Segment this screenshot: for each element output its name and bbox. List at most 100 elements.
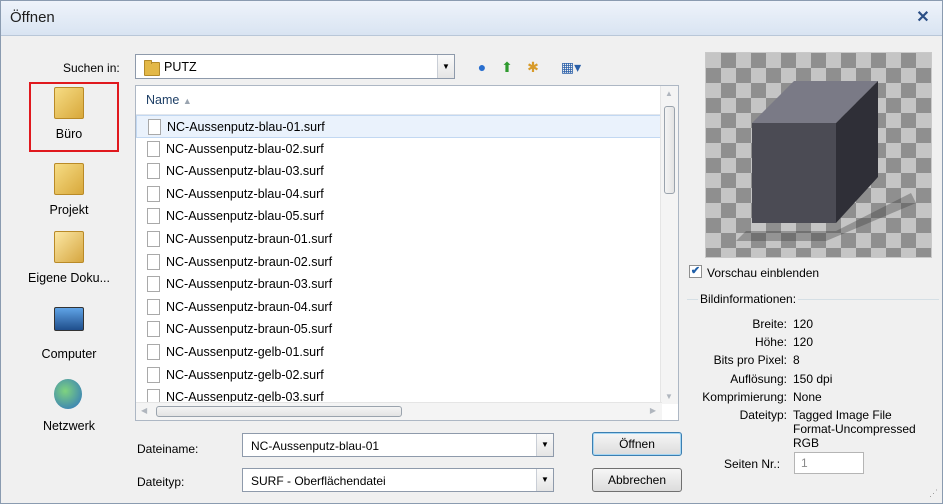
list-item[interactable]: NC-Aussenputz-blau-01.surf — [136, 115, 662, 138]
file-name: NC-Aussenputz-gelb-02.surf — [166, 367, 324, 382]
column-header-name[interactable]: Name ▲ — [136, 86, 662, 115]
file-name: NC-Aussenputz-braun-03.surf — [166, 277, 333, 292]
documents-icon — [54, 231, 84, 263]
file-rows: NC-Aussenputz-blau-01.surf NC-Aussenputz-… — [136, 115, 662, 409]
computer-icon — [54, 307, 84, 331]
resize-grip-icon[interactable]: ⋰ — [929, 488, 938, 499]
view-menu-icon[interactable]: ▦▾ — [557, 58, 585, 76]
file-name: NC-Aussenputz-braun-01.surf — [166, 231, 333, 246]
info-resolution-key: Auflösung: — [730, 372, 787, 386]
new-folder-icon[interactable]: ✱ — [524, 58, 542, 76]
info-compression-key: Komprimierung: — [702, 390, 787, 404]
file-icon — [147, 366, 160, 383]
list-item[interactable]: NC-Aussenputz-braun-03.surf — [136, 273, 662, 296]
place-label: Netzwerk — [42, 419, 96, 433]
list-item[interactable]: NC-Aussenputz-braun-02.surf — [136, 251, 662, 274]
back-icon[interactable]: ● — [473, 58, 491, 76]
filetype-select[interactable]: SURF - Oberflächendatei ▼ — [242, 468, 554, 492]
cube-preview — [736, 81, 916, 241]
preview-checkbox-label: Vorschau einblenden — [707, 266, 820, 280]
filename-input[interactable]: NC-Aussenputz-blau-01 ▼ — [242, 433, 554, 457]
folder-icon — [144, 60, 160, 76]
list-item[interactable]: NC-Aussenputz-braun-01.surf — [136, 228, 662, 251]
open-button[interactable]: Öffnen — [592, 432, 682, 456]
scroll-up-icon: ▲ — [665, 89, 673, 98]
info-height-key: Höhe: — [754, 335, 787, 349]
file-icon — [147, 230, 160, 247]
file-list[interactable]: Name ▲ NC-Aussenputz-blau-01.surf NC-Auss… — [135, 85, 679, 421]
info-height-value: 120 — [793, 335, 814, 349]
info-filetype-value: Tagged Image File Format-Uncompressed RG… — [793, 408, 916, 450]
preview-checkbox[interactable]: ✔ — [689, 265, 702, 278]
place-eigene-dokumente[interactable]: Eigene Doku... — [9, 227, 129, 293]
lookin-combo[interactable]: PUTZ ▼ — [135, 54, 455, 79]
file-icon — [147, 208, 160, 225]
info-bpp-key: Bits pro Pixel: — [713, 353, 787, 367]
list-item[interactable]: NC-Aussenputz-blau-04.surf — [136, 183, 662, 206]
file-name: NC-Aussenputz-blau-05.surf — [166, 209, 324, 224]
file-icon — [148, 119, 161, 135]
place-label: Projekt — [49, 203, 89, 217]
file-icon — [147, 343, 160, 360]
file-name: NC-Aussenputz-blau-02.surf — [166, 141, 324, 156]
info-resolution-value: 150 dpi — [793, 372, 833, 386]
chevron-down-icon[interactable]: ▼ — [536, 434, 553, 456]
place-label: Computer — [41, 347, 97, 361]
place-computer[interactable]: Computer — [9, 303, 129, 369]
list-item[interactable]: NC-Aussenputz-braun-04.surf — [136, 296, 662, 319]
file-icon — [147, 321, 160, 338]
lookin-value: PUTZ — [164, 60, 197, 74]
list-item[interactable]: NC-Aussenputz-gelb-01.surf — [136, 341, 662, 364]
title-bar: Öffnen ✕ — [1, 1, 942, 36]
scroll-left-icon: ◀ — [141, 406, 148, 415]
page-number-input[interactable]: 1 — [794, 452, 864, 474]
scroll-down-icon: ▼ — [665, 392, 673, 401]
filename-label: Dateiname: — [137, 442, 199, 456]
chevron-down-icon[interactable]: ▼ — [437, 55, 454, 78]
sort-up-icon: ▲ — [182, 96, 192, 106]
file-icon — [147, 253, 160, 270]
column-header-label: Name ▲ — [146, 93, 192, 107]
chevron-down-icon[interactable]: ▼ — [536, 469, 553, 491]
filename-value: NC-Aussenputz-blau-01 — [251, 439, 380, 453]
file-name: NC-Aussenputz-braun-04.surf — [166, 299, 333, 314]
image-info-title: Bildinformationen: — [698, 292, 799, 306]
file-name: NC-Aussenputz-blau-03.surf — [166, 164, 324, 179]
page-number-label: Seiten Nr.: — [724, 457, 781, 471]
info-compression-value: None — [793, 390, 822, 404]
list-item[interactable]: NC-Aussenputz-gelb-02.surf — [136, 364, 662, 387]
horizontal-scrollbar[interactable]: ◀ ▶ — [136, 402, 662, 420]
folder-icon — [54, 163, 84, 195]
scroll-right-icon: ▶ — [649, 406, 656, 415]
filetype-value: SURF - Oberflächendatei — [251, 474, 386, 488]
up-folder-icon[interactable]: ⬆ — [498, 58, 516, 76]
file-name: NC-Aussenputz-braun-02.surf — [166, 254, 333, 269]
file-name: NC-Aussenputz-blau-01.surf — [167, 120, 325, 134]
vertical-scrollbar[interactable]: ▲ ▼ — [660, 86, 678, 404]
info-filetype-key: Dateityp: — [739, 408, 787, 422]
file-name: NC-Aussenputz-braun-05.surf — [166, 322, 333, 337]
file-icon — [147, 276, 160, 293]
close-icon[interactable]: ✕ — [914, 9, 932, 27]
window-title: Öffnen — [10, 9, 55, 26]
info-width-key: Breite: — [752, 317, 787, 331]
list-item[interactable]: NC-Aussenputz-blau-03.surf — [136, 160, 662, 183]
file-icon — [147, 185, 160, 202]
highlight-box — [29, 82, 119, 152]
list-item[interactable]: NC-Aussenputz-braun-05.surf — [136, 318, 662, 341]
list-item[interactable]: NC-Aussenputz-blau-02.surf — [136, 138, 662, 161]
file-icon — [147, 140, 160, 157]
info-width-value: 120 — [793, 317, 814, 331]
list-item[interactable]: NC-Aussenputz-blau-05.surf — [136, 205, 662, 228]
place-projekt[interactable]: Projekt — [9, 159, 129, 225]
preview-image — [705, 52, 932, 258]
vertical-scroll-thumb[interactable] — [664, 106, 675, 194]
place-label: Eigene Doku... — [28, 271, 110, 285]
place-netzwerk[interactable]: Netzwerk — [9, 375, 129, 441]
file-name: NC-Aussenputz-gelb-01.surf — [166, 344, 324, 359]
horizontal-scroll-thumb[interactable] — [156, 406, 402, 417]
cancel-button[interactable]: Abbrechen — [592, 468, 682, 492]
lookin-label: Suchen in: — [63, 61, 120, 75]
file-icon — [147, 163, 160, 180]
open-dialog: Öffnen ✕ Suchen in: PUTZ ▼ ● ⬆ ✱ ▦▾ Büro… — [0, 0, 943, 504]
